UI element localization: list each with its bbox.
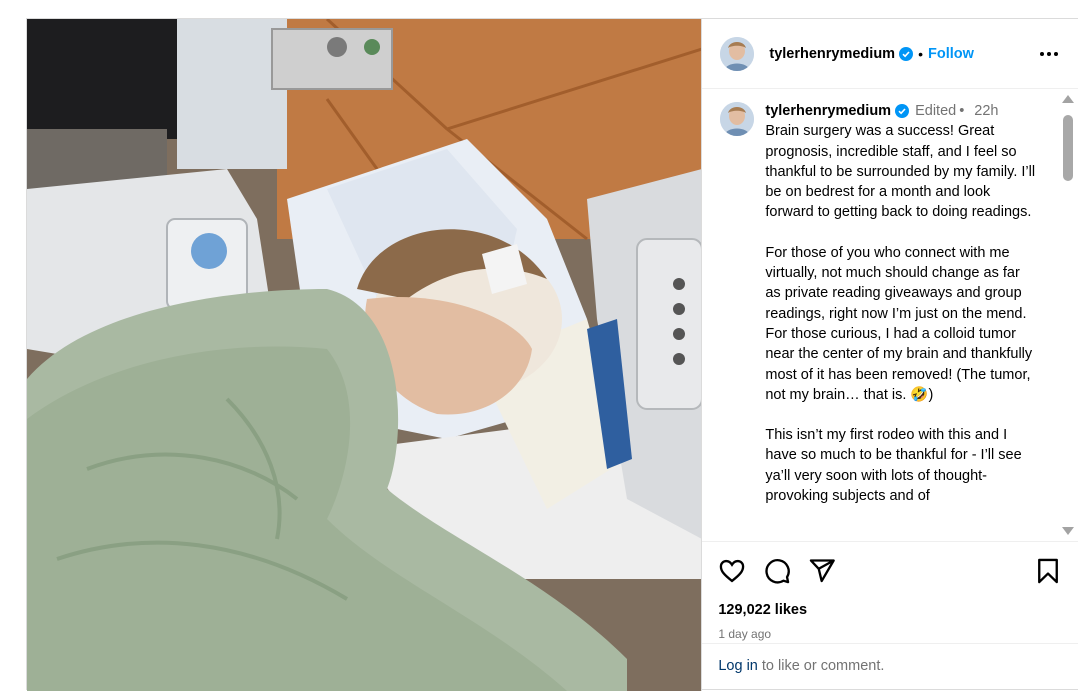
verified-badge-icon xyxy=(895,104,910,119)
caption-header: tylerhenrymedium Edited • 22h xyxy=(765,101,1038,121)
bookmark-icon[interactable] xyxy=(1034,557,1062,585)
edited-label: Edited xyxy=(915,103,957,119)
scroll-down-icon[interactable] xyxy=(1062,527,1074,535)
login-prompt: Log in to like or comment. xyxy=(702,643,1078,691)
instagram-post: tylerhenrymedium • Follow tylerhenrymedi… xyxy=(26,18,1078,691)
caption-username[interactable]: tylerhenrymedium xyxy=(765,101,891,121)
caption-paragraph: For those of you who connect with me vir… xyxy=(765,244,1033,403)
separator-dot: • xyxy=(918,45,923,62)
post-sidebar: tylerhenrymedium • Follow tylerhenrymedi… xyxy=(701,19,1078,691)
scrollbar-thumb[interactable] xyxy=(1063,115,1073,181)
comments-panel[interactable]: tylerhenrymedium Edited • 22h Brain surg… xyxy=(702,89,1078,541)
profile-picture-icon xyxy=(720,36,755,71)
likes-count[interactable]: 129,022 likes xyxy=(718,602,1062,618)
caption: tylerhenrymedium Edited • 22h Brain surg… xyxy=(720,101,1038,506)
heart-icon[interactable] xyxy=(718,557,746,585)
comment-icon[interactable] xyxy=(763,557,791,585)
profile-picture-icon xyxy=(720,102,755,136)
follow-button[interactable]: Follow xyxy=(928,46,974,62)
separator-dot: • xyxy=(959,103,965,119)
avatar[interactable] xyxy=(720,36,755,71)
more-options-icon[interactable] xyxy=(1036,46,1062,62)
scroll-up-icon[interactable] xyxy=(1062,95,1074,103)
caption-body: tylerhenrymedium Edited • 22h Brain surg… xyxy=(765,101,1038,506)
login-suffix: to like or comment. xyxy=(757,658,885,674)
posted-time[interactable]: 1 day ago xyxy=(718,627,1062,641)
post-photo[interactable] xyxy=(27,19,702,691)
caption-paragraph: Brain surgery was a success! Great progn… xyxy=(765,123,1036,221)
caption-paragraph: This isn’t my first rodeo with this and … xyxy=(765,427,1022,505)
scrollbar[interactable] xyxy=(1062,95,1074,535)
caption-avatar[interactable] xyxy=(720,102,755,136)
post-time[interactable]: 22h xyxy=(974,101,998,121)
action-icons xyxy=(718,556,1062,586)
verified-badge-icon xyxy=(899,46,914,61)
post-header: tylerhenrymedium • Follow xyxy=(702,19,1078,89)
share-icon[interactable] xyxy=(808,557,836,585)
hospital-bed-photo xyxy=(27,19,702,691)
login-link[interactable]: Log in xyxy=(718,658,758,674)
header-username[interactable]: tylerhenrymedium xyxy=(769,46,895,62)
